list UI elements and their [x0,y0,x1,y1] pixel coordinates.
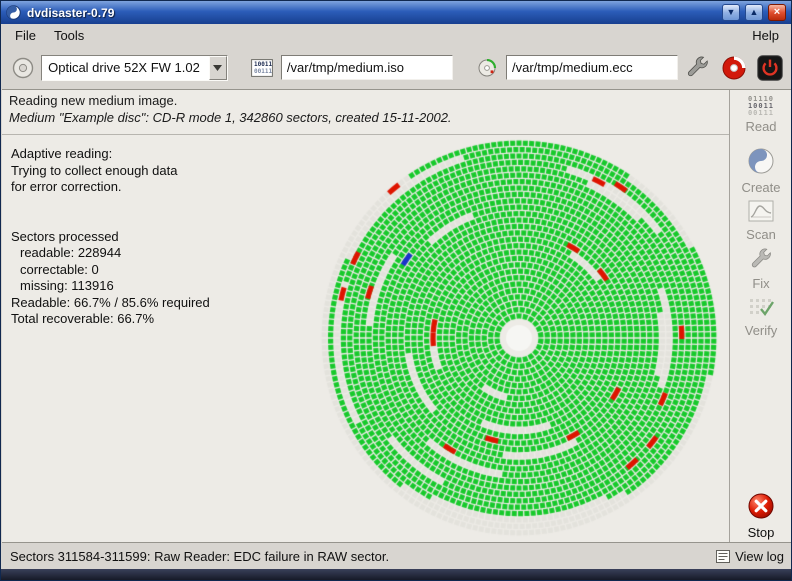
sidebar-separator [729,90,730,542]
info-line: Sectors processed [11,229,210,246]
ecc-path-input[interactable] [506,55,678,80]
medium-description: Medium "Example disc": CD-R mode 1, 3428… [9,110,452,125]
info-line: readable: 228944 [11,245,210,262]
close-button[interactable]: × [768,4,786,21]
app-window: dvdisaster-0.79 ▼ ▲ × File Tools Help Op… [0,0,792,581]
preferences-button[interactable] [684,53,712,83]
view-log-label: View log [735,549,784,564]
verify-button[interactable]: Verify [731,296,791,338]
app-icon [6,5,21,20]
drive-icon [10,53,35,83]
log-icon [716,550,730,563]
status-headline: Reading new medium image. [9,93,177,108]
info-line: Adaptive reading: [11,146,210,163]
window-bottom-frame [1,569,792,581]
info-line: Total recoverable: 66.7% [11,311,210,328]
stop-button-label: Stop [748,525,775,540]
svg-text:10011: 10011 [254,61,272,68]
ecc-file-icon [475,53,500,83]
fix-button-label: Fix [752,276,769,291]
read-binary-icon: 01110 10011 00111 [748,96,774,117]
stop-icon [747,492,775,523]
iso-image-icon: 10011 00111 [250,53,275,83]
scan-chart-icon [748,200,774,225]
scan-button-label: Scan [746,227,776,242]
menubar: File Tools Help [2,24,792,46]
check-pattern-icon [748,296,774,321]
menu-help[interactable]: Help [743,26,788,45]
drive-select-value: Optical drive 52X FW 1.02 [42,60,209,75]
yin-yang-icon [747,147,775,178]
quit-button[interactable] [756,53,784,83]
window-title: dvdisaster-0.79 [27,6,114,20]
wrench-icon [750,248,773,274]
menu-file[interactable]: File [6,26,45,45]
read-button-label: Read [745,119,776,134]
read-button[interactable]: 01110 10011 00111 Read [731,96,791,134]
drive-select[interactable]: Optical drive 52X FW 1.02 [41,55,228,81]
scan-button[interactable]: Scan [731,200,791,242]
status-message: Sectors 311584-311599: Raw Reader: EDC f… [10,549,389,564]
info-line: Readable: 66.7% / 85.6% required [11,295,210,312]
titlebar: dvdisaster-0.79 ▼ ▲ × [1,1,791,24]
dvdisaster-logo-button[interactable] [720,53,748,83]
svg-text:00111: 00111 [254,68,272,75]
reading-spiral [320,139,718,537]
menu-tools[interactable]: Tools [45,26,93,45]
reading-info-panel: Adaptive reading: Trying to collect enou… [11,146,210,328]
info-line: Trying to collect enough data [11,163,210,180]
create-button-label: Create [741,180,780,195]
statusbar: Sectors 311584-311599: Raw Reader: EDC f… [2,542,792,569]
stop-button[interactable]: Stop [731,492,791,540]
chevron-down-icon[interactable] [209,56,227,80]
header-separator [2,134,729,135]
view-log-button[interactable]: View log [716,549,784,564]
create-button[interactable]: Create [731,147,791,195]
power-icon [757,55,783,81]
info-line: missing: 113916 [11,278,210,295]
toolbar: Optical drive 52X FW 1.02 10011 00111 [2,46,792,90]
wrench-icon [686,56,710,80]
fix-button[interactable]: Fix [731,248,791,291]
iso-path-input[interactable] [281,55,453,80]
disc-logo-icon [721,55,747,81]
info-line: for error correction. [11,179,210,196]
maximize-button[interactable]: ▲ [745,4,763,21]
minimize-button[interactable]: ▼ [722,4,740,21]
verify-button-label: Verify [745,323,778,338]
info-line: correctable: 0 [11,262,210,279]
